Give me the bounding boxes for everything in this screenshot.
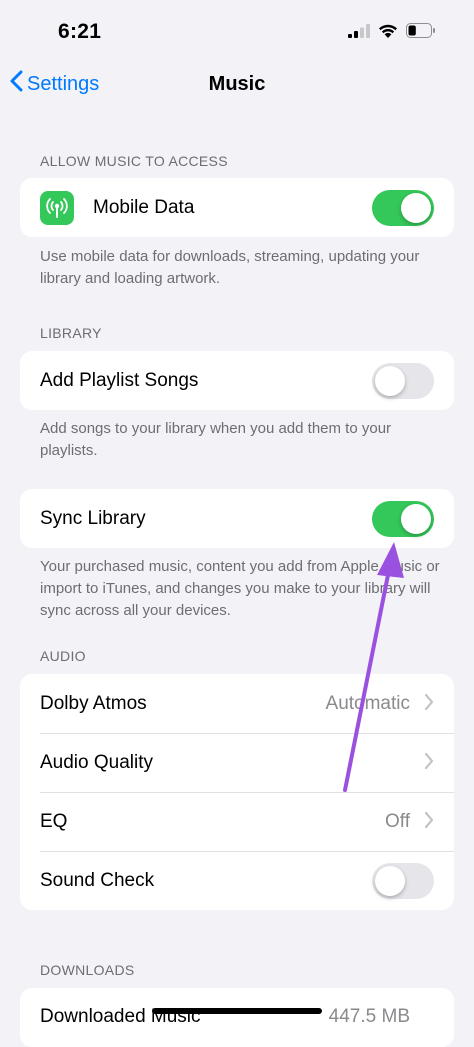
group-audio: Dolby Atmos Automatic Audio Quality EQ O… (20, 674, 454, 910)
dolby-atmos-row[interactable]: Dolby Atmos Automatic (20, 674, 454, 733)
eq-row[interactable]: EQ Off (20, 792, 454, 851)
audio-quality-label: Audio Quality (40, 751, 154, 773)
group-allow-access: Mobile Data (20, 178, 454, 237)
downloaded-music-value: 447.5 MB (328, 1006, 410, 1027)
add-playlist-footer: Add songs to your library when you add t… (40, 420, 392, 459)
section-header-allow-access: ALLOW MUSIC TO ACCESS (40, 153, 228, 169)
page-title: Music (208, 73, 266, 95)
dolby-atmos-value: Automatic (325, 692, 410, 714)
section-header-audio: AUDIO (40, 648, 86, 664)
eq-label: EQ (40, 810, 68, 832)
chevron-right-icon (424, 752, 434, 775)
downloaded-music-row[interactable]: Downloaded Music 447.5 MB (20, 988, 454, 1047)
eq-value: Off (385, 810, 410, 832)
status-bar: 6:21 (0, 0, 474, 56)
mobile-data-row[interactable]: Mobile Data (20, 178, 454, 237)
battery-icon (406, 23, 435, 38)
status-time: 6:21 (58, 20, 102, 43)
mobile-data-label: Mobile Data (93, 196, 195, 218)
status-icons (348, 23, 436, 38)
section-header-library: LIBRARY (40, 325, 102, 341)
chevron-right-icon (424, 811, 434, 834)
mobile-data-toggle[interactable] (372, 189, 434, 226)
group-sync-library: Sync Library (20, 489, 454, 548)
section-header-downloads: DOWNLOADS (40, 962, 135, 978)
chevron-right-icon (424, 693, 434, 716)
sound-check-toggle[interactable] (372, 862, 434, 899)
wifi-icon (379, 24, 397, 38)
toggle-knob (401, 192, 431, 223)
allow-access-footer: Use mobile data for downloads, streaming… (40, 248, 420, 287)
sync-library-label: Sync Library (40, 507, 146, 529)
audio-quality-row[interactable]: Audio Quality (20, 733, 454, 792)
antenna-icon (40, 190, 74, 225)
add-playlist-songs-label: Add Playlist Songs (40, 369, 199, 391)
sound-check-label: Sound Check (40, 869, 155, 891)
sync-library-toggle[interactable] (372, 500, 434, 537)
sound-check-row[interactable]: Sound Check (20, 851, 454, 910)
sync-library-row[interactable]: Sync Library (20, 489, 454, 548)
toggle-knob (375, 365, 405, 396)
group-downloads: Downloaded Music 447.5 MB (20, 988, 454, 1047)
group-add-playlist: Add Playlist Songs (20, 351, 454, 410)
add-playlist-songs-row[interactable]: Add Playlist Songs (20, 351, 454, 410)
dolby-atmos-label: Dolby Atmos (40, 692, 147, 714)
home-indicator[interactable] (152, 1008, 322, 1014)
add-playlist-songs-toggle[interactable] (372, 362, 434, 399)
toggle-knob (401, 503, 431, 534)
toggle-knob (375, 865, 405, 896)
cellular-signal-icon (348, 23, 370, 38)
sync-library-footer: Your purchased music, content you add fr… (40, 558, 440, 619)
navigation-bar: Settings Music (0, 60, 474, 108)
